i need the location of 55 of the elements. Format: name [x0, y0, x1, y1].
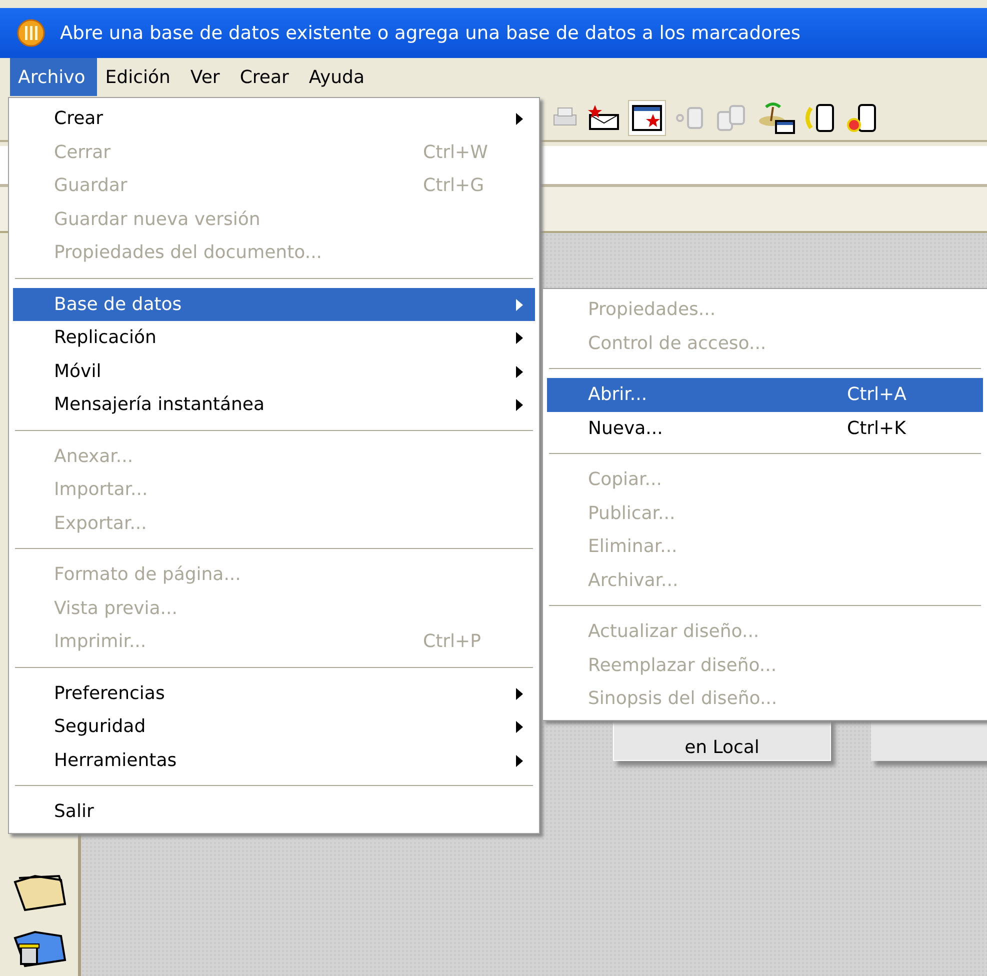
- menu-item-label: Publicar...: [588, 502, 676, 524]
- menu-item[interactable]: Base de datos: [13, 288, 535, 321]
- menu-item-label: Guardar nueva versión: [54, 208, 260, 230]
- menu-item-label: Control de acceso...: [588, 332, 766, 354]
- menu-item-label: Reemplazar diseño...: [588, 654, 777, 676]
- menu-item-label: Base de datos: [54, 294, 182, 315]
- menu-bar-item[interactable]: Archivo: [10, 58, 98, 96]
- menu-item-label: Nueva...: [588, 418, 663, 439]
- menu-item-label: Crear: [54, 108, 104, 130]
- menu-shortcut: Ctrl+W: [423, 142, 488, 163]
- menu-item[interactable]: Crear: [13, 102, 535, 136]
- menu-shortcut: Ctrl+A: [847, 384, 906, 406]
- menu-item[interactable]: Nueva... Ctrl+K: [547, 412, 983, 445]
- menu-shortcut: Ctrl+G: [423, 175, 484, 196]
- menu-item-label: Importar...: [54, 479, 148, 500]
- menu-item[interactable]: Salir: [13, 795, 535, 828]
- menu-item-label: Anexar...: [54, 446, 134, 467]
- menu-item[interactable]: Seguridad: [13, 710, 535, 744]
- menu-item[interactable]: Abrir... Ctrl+A: [547, 378, 983, 412]
- menu-item-label: Actualizar diseño...: [588, 621, 760, 642]
- menu-item-label: Móvil: [54, 360, 102, 382]
- menu-shortcut: Ctrl+K: [847, 418, 906, 439]
- menu-bar-item[interactable]: Crear: [232, 58, 301, 96]
- menu-item-label: Propiedades...: [588, 299, 716, 320]
- menu-item-label: Propiedades del documento...: [54, 242, 322, 264]
- menu-item-label: Eliminar...: [588, 536, 678, 558]
- menu-item-label: Preferencias: [54, 682, 165, 704]
- menu-item[interactable]: Preferencias: [13, 676, 535, 710]
- app-logo-icon: [16, 18, 46, 48]
- menu-item-label: Archivar...: [588, 570, 678, 591]
- menu-item[interactable]: Herramientas: [13, 744, 535, 777]
- menu-item[interactable]: Mensajería instantánea: [13, 388, 535, 422]
- menu-item-label: Replicación: [54, 327, 156, 348]
- menu-item-label: Mensajería instantánea: [54, 394, 265, 416]
- menu-item[interactable]: Replicación: [13, 321, 535, 354]
- menu-item-label: Imprimir...: [54, 631, 146, 652]
- menu-bar-item[interactable]: Ayuda: [300, 58, 376, 96]
- menu-item[interactable]: Móvil: [13, 354, 535, 388]
- menu-item-label: Salir: [54, 801, 94, 822]
- menu-item-label: Herramientas: [54, 750, 177, 771]
- menu-bar-item[interactable]: Ver: [182, 58, 232, 96]
- menu-item-label: Abrir...: [588, 384, 648, 406]
- envelope-star-icon[interactable]: [586, 103, 622, 133]
- island-icon[interactable]: [756, 101, 796, 135]
- menu-item-label: Formato de página...: [54, 564, 241, 586]
- menu-item-label: Guardar: [54, 175, 128, 196]
- menu-shortcut: Ctrl+P: [423, 631, 481, 652]
- menu-bar-item[interactable]: Edición: [97, 58, 182, 96]
- menu-item-label: Copiar...: [588, 469, 662, 490]
- menu-item-label: Cerrar: [54, 142, 111, 163]
- menu-item-label: Vista previa...: [54, 598, 178, 619]
- menu-item-label: Sinopsis del diseño...: [588, 688, 778, 710]
- window-title: Abre una base de datos existente o agrega una base de datos a los marcadores: [60, 22, 801, 44]
- menu-item-label: Exportar...: [54, 512, 147, 534]
- menu-item-label: Seguridad: [54, 716, 146, 738]
